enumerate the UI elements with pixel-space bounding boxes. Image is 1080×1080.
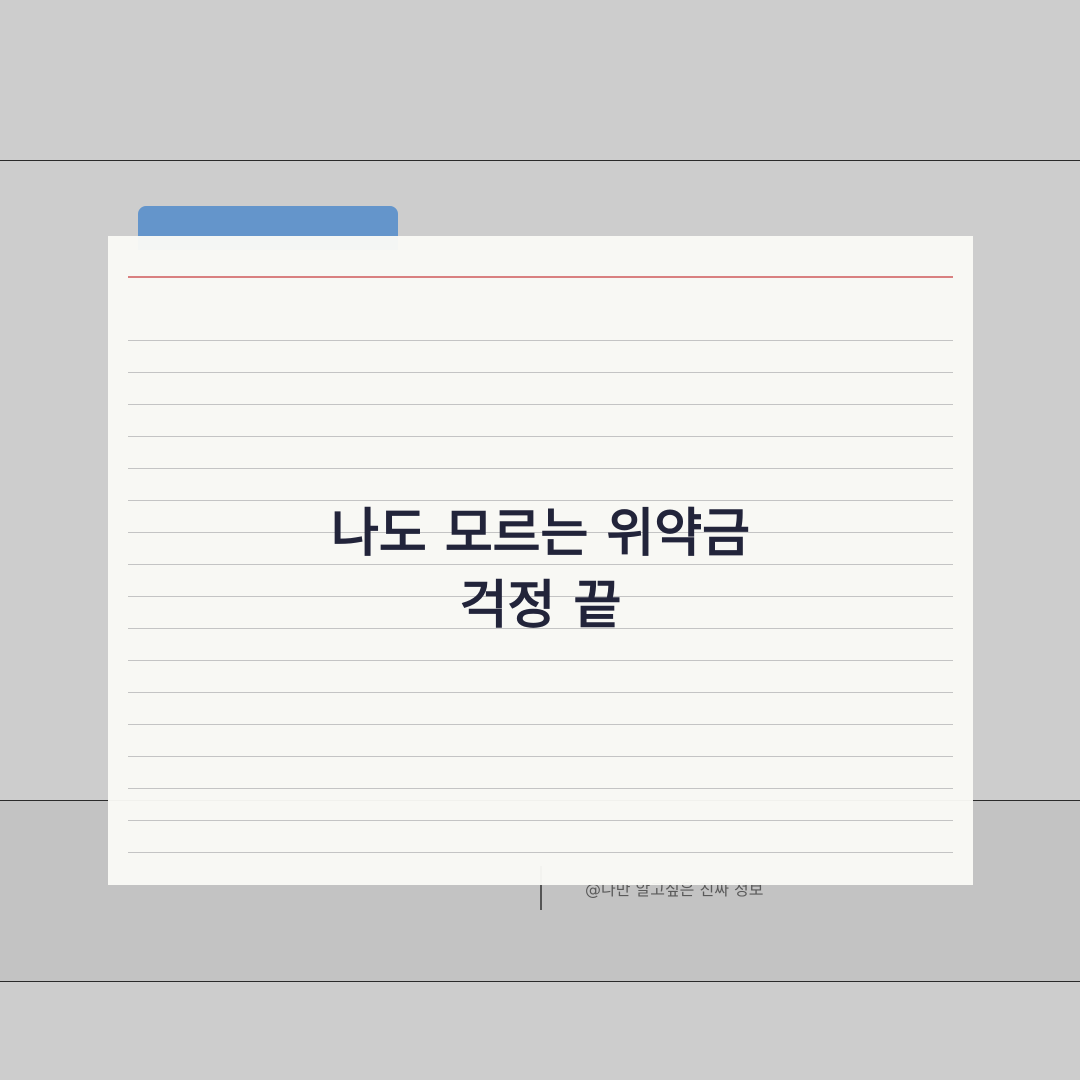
bottom-band — [0, 982, 1080, 1080]
card-header-rule — [128, 276, 953, 278]
note-card: 나도 모르는 위약금 걱정 끝 — [108, 236, 973, 885]
top-band — [0, 0, 1080, 160]
headline-line-2: 걱정 끝 — [459, 576, 622, 636]
card-headline: 나도 모르는 위약금 걱정 끝 — [108, 498, 973, 642]
headline-line-1: 나도 모르는 위약금 — [331, 504, 750, 564]
